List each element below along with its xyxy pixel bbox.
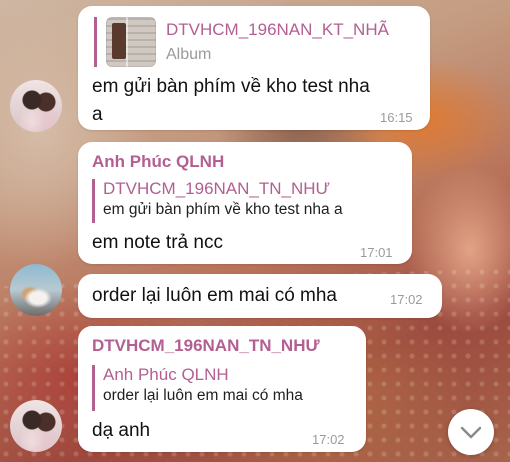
avatar[interactable] — [10, 80, 62, 132]
message-text-line-1: em gửi bàn phím về kho test nha — [92, 76, 370, 97]
message-text: em note trả ncc — [92, 232, 223, 253]
sender-name[interactable]: Anh Phúc QLNH — [92, 152, 224, 172]
quote-text: order lại luôn em mai có mha — [103, 387, 303, 404]
sender-name[interactable]: DTVHCM_196NAN_TN_NHƯ — [92, 336, 320, 356]
message-time: 17:02 — [390, 292, 423, 307]
avatar[interactable] — [10, 400, 62, 452]
quote-author: Anh Phúc QLNH — [103, 365, 229, 384]
reply-quote[interactable]: DTVHCM_196NAN_TN_NHƯ em gửi bàn phím về … — [92, 179, 343, 223]
message-time: 17:02 — [312, 432, 345, 447]
scroll-to-bottom-button[interactable] — [448, 409, 494, 455]
message-time: 16:15 — [380, 110, 413, 125]
quote-author: DTVHCM_196NAN_TN_NHƯ — [103, 179, 331, 198]
quote-text: Album — [166, 46, 212, 63]
message-text: order lại luôn em mai có mha — [92, 285, 337, 306]
message-text-line-2: a — [92, 104, 103, 125]
quote-text: em gửi bàn phím về kho test nha a — [103, 201, 343, 218]
message-bubble-1[interactable]: DTVHCM_196NAN_KT_NHÃ Album em gửi bàn ph… — [78, 6, 430, 130]
album-thumbnail — [106, 17, 156, 67]
quote-author: DTVHCM_196NAN_KT_NHÃ — [166, 20, 389, 39]
message-time: 17:01 — [360, 245, 393, 260]
message-bubble-4[interactable]: DTVHCM_196NAN_TN_NHƯ Anh Phúc QLNH order… — [78, 326, 366, 452]
avatar[interactable] — [10, 264, 62, 316]
reply-quote[interactable]: Anh Phúc QLNH order lại luôn em mai có m… — [92, 365, 303, 411]
message-bubble-2[interactable]: Anh Phúc QLNH DTVHCM_196NAN_TN_NHƯ em gử… — [78, 142, 412, 264]
message-bubble-3[interactable]: order lại luôn em mai có mha 17:02 — [78, 274, 442, 318]
chevron-down-icon — [460, 425, 482, 439]
message-text: dạ anh — [92, 420, 151, 441]
